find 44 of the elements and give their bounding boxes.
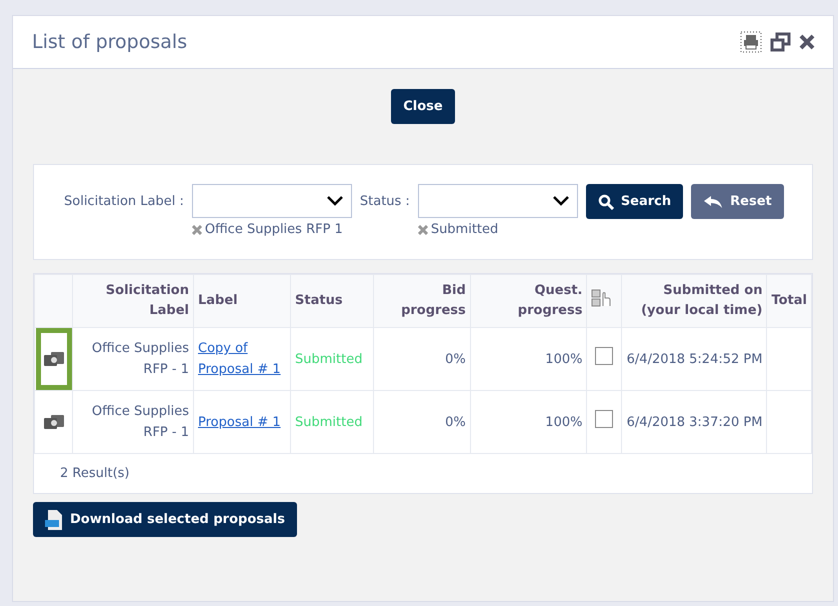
remove-icon[interactable] xyxy=(192,224,202,234)
close-button[interactable]: Close xyxy=(391,89,455,124)
checkbox[interactable] xyxy=(595,410,614,428)
column-header: Total xyxy=(766,274,812,328)
filter-chip[interactable]: Submitted xyxy=(418,222,578,237)
table-cell: Office Supplies RFP - 1 xyxy=(72,328,194,390)
column-header: Submitted on (your local time) xyxy=(622,274,767,328)
dropdown[interactable] xyxy=(192,184,352,218)
restore-icon[interactable] xyxy=(770,32,791,52)
table-cell: 100% xyxy=(470,390,587,454)
remove-icon[interactable] xyxy=(418,224,428,234)
search-button[interactable]: Search xyxy=(586,184,684,219)
status-text: Submitted xyxy=(295,352,362,366)
table-cell: 100% xyxy=(470,328,587,390)
column-header: Bid progress xyxy=(374,274,470,328)
status-text: Submitted xyxy=(295,414,362,430)
table-cell: 6/4/2018 3:37:20 PM xyxy=(622,390,767,454)
results-count: 2 Result(s) xyxy=(60,466,130,481)
search-icon xyxy=(598,194,614,210)
documents-icon[interactable] xyxy=(43,351,65,367)
reset-button[interactable]: Reset xyxy=(691,184,784,219)
back-arrow-icon xyxy=(703,194,724,208)
filter-label: Status : xyxy=(360,193,410,211)
column-header: Solicitation Label xyxy=(72,274,194,328)
chevron-icon xyxy=(552,196,569,206)
dropdown[interactable] xyxy=(418,184,578,218)
filter-chip[interactable]: Office Supplies RFP 1 xyxy=(192,222,352,237)
column-header: Label xyxy=(194,274,290,328)
filter-label: Solicitation Label : xyxy=(64,193,184,211)
documents-icon[interactable] xyxy=(42,414,64,430)
download-button[interactable]: Download selected proposals xyxy=(33,502,297,537)
table-cell: 6/4/2018 5:24:52 PM xyxy=(622,328,767,390)
column-header: Status xyxy=(290,274,374,328)
print-icon[interactable] xyxy=(740,31,762,53)
window-title: List of proposals xyxy=(32,31,188,53)
zip-file-icon xyxy=(45,508,63,530)
table-cell: 0% xyxy=(374,390,470,454)
select-column-icon[interactable] xyxy=(591,288,612,308)
column-header: Quest. progress xyxy=(470,274,587,328)
checkbox[interactable] xyxy=(595,346,614,364)
table-cell: 0% xyxy=(374,328,470,390)
table-cell: Office Supplies RFP - 1 xyxy=(72,390,194,454)
chevron-icon xyxy=(326,196,343,206)
close-icon[interactable] xyxy=(799,34,815,50)
